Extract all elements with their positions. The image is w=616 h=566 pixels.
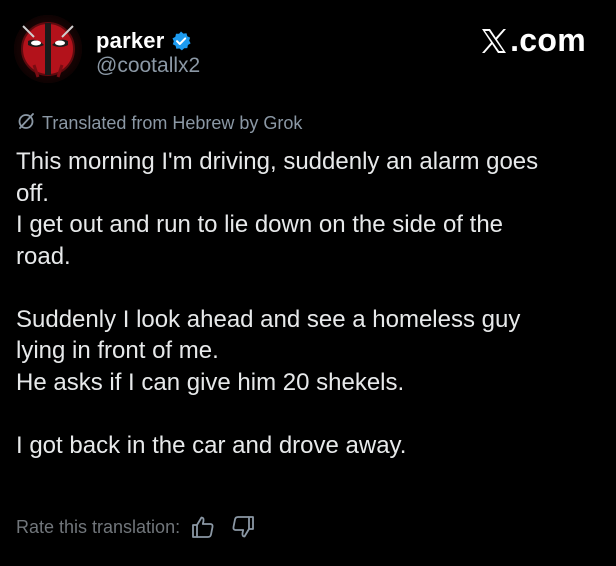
verified-badge-icon [170, 30, 192, 52]
x-logo-icon [479, 26, 509, 56]
brand-watermark: .com [479, 22, 586, 59]
author-name-row[interactable]: parker [96, 26, 192, 56]
post-body: This morning I'm driving, suddenly an al… [16, 146, 606, 461]
post-line: Suddenly I look ahead and see a homeless… [16, 305, 521, 333]
thumbs-down-icon[interactable] [230, 514, 256, 540]
rate-translation-row: Rate this translation: [16, 514, 270, 540]
post-line: road. [16, 242, 71, 270]
translation-notice-text: Translated from Hebrew by Grok [42, 113, 303, 133]
user-handle[interactable]: @cootallx2 [96, 54, 200, 78]
thumbs-up-icon[interactable] [190, 514, 216, 540]
display-name[interactable]: parker [96, 28, 164, 54]
translation-notice[interactable]: Translated from Hebrew by Grok [16, 111, 302, 136]
post-line: I got back in the car and drove away. [16, 431, 407, 459]
post-line: He asks if I can give him 20 shekels. [16, 368, 405, 396]
post-card: parker @cootallx2 .com Translated from H… [0, 0, 616, 566]
brand-domain-label: .com [510, 22, 586, 58]
deadpool-avatar-icon[interactable] [14, 15, 82, 83]
post-line: off. [16, 179, 49, 207]
post-line: lying in front of me. [16, 337, 219, 364]
rate-translation-label: Rate this translation: [16, 516, 181, 537]
post-line: I get out and run to lie down on the sid… [16, 211, 504, 238]
translate-slash-icon [16, 111, 36, 136]
post-line: This morning I'm driving, suddenly an al… [16, 148, 539, 175]
